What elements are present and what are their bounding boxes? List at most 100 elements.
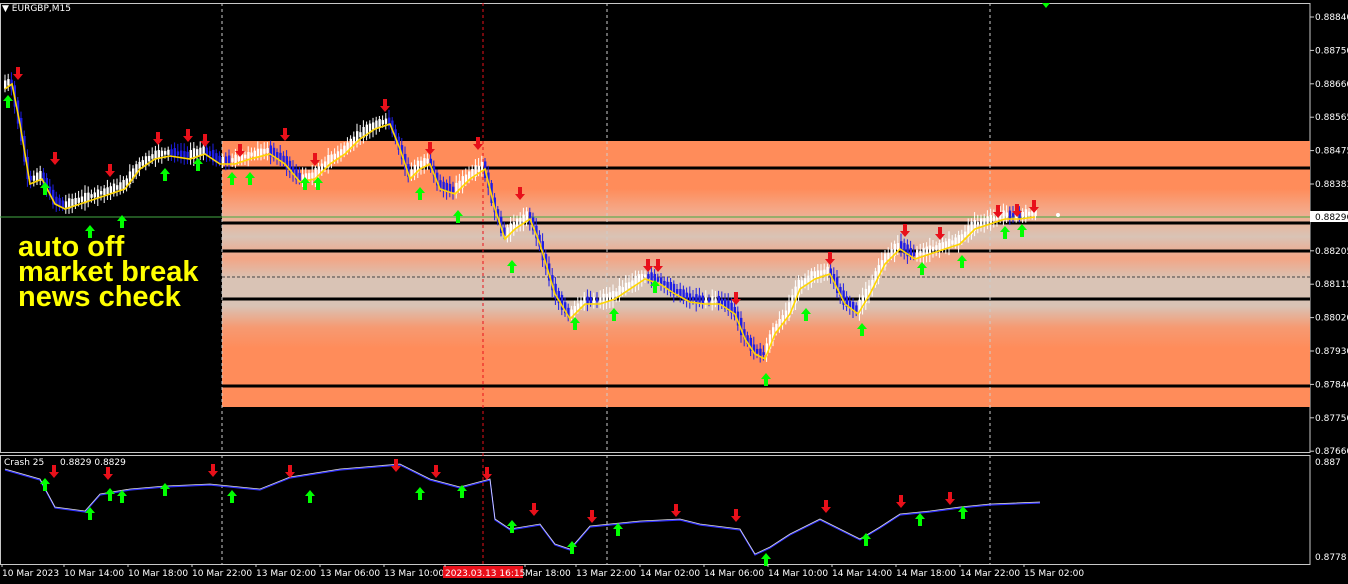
indicator-sell-arrow [731, 509, 741, 522]
price-axis-label: 0.87750 [1315, 414, 1348, 424]
bull-candle [922, 247, 925, 257]
bull-candle [599, 297, 602, 302]
indicator-sell-arrow [821, 500, 831, 513]
down-arrow-shape [49, 465, 59, 478]
time-axis-label: 10 Mar 14:00 [64, 569, 124, 579]
price-axis-label: 0.87660 [1315, 447, 1348, 457]
time-axis-label: 13 Mar 22:00 [576, 569, 636, 579]
bull-candle [253, 150, 256, 157]
bull-candle [263, 148, 266, 154]
time-axis-label: 13 Mar 02:00 [256, 569, 316, 579]
time-axis-label: 14 Mar 22:00 [960, 569, 1020, 579]
down-arrow-shape [280, 128, 290, 141]
bull-candle [7, 79, 10, 86]
indicator-buy-arrow [160, 483, 170, 496]
bull-candle [77, 197, 80, 203]
bear-candle [912, 252, 916, 256]
bull-candle [954, 237, 957, 246]
up-arrow-shape [227, 490, 237, 503]
price-axis-label: 0.88383 [1315, 180, 1348, 190]
price-axis-label: 0.88020 [1315, 314, 1348, 324]
down-arrow-shape [208, 464, 218, 477]
time-axis-label: 14 Mar 10:00 [768, 569, 828, 579]
indicator-buy-arrow [915, 513, 925, 526]
indicator-blue-line [4, 464, 1041, 556]
buy-signal-arrow [193, 158, 203, 171]
bull-candle [580, 300, 583, 307]
price-axis-label: 0.88475 [1315, 147, 1348, 157]
indicator-values: 0.8829 0.8829 [60, 458, 126, 468]
down-arrow-shape [821, 500, 831, 513]
bull-candle [160, 150, 164, 157]
bull-candle [90, 194, 93, 198]
bear-candle [170, 149, 173, 156]
indicator-buy-arrow [507, 520, 517, 533]
bear-candle [186, 151, 189, 158]
bull-candle [919, 250, 922, 256]
price-axis-label: 0.87930 [1315, 347, 1348, 357]
bear-candle [855, 305, 858, 312]
bull-candle [983, 218, 986, 226]
down-arrow-shape [896, 495, 906, 508]
indicator-axis-top: 0.887 [1315, 458, 1341, 468]
bull-candle [644, 274, 647, 277]
bull-candle [164, 151, 167, 155]
bear-candle [276, 152, 279, 159]
down-arrow-shape [587, 510, 597, 523]
sell-signal-arrow [13, 67, 23, 80]
bear-candle [596, 298, 599, 302]
bear-candle [218, 155, 221, 164]
top-marker-icon [1042, 3, 1050, 8]
bull-candle [237, 156, 240, 161]
up-arrow-shape [40, 478, 50, 491]
bull-candle [324, 161, 327, 168]
bull-candle [256, 148, 260, 158]
chart-canvas[interactable]: 0.88840 0.88750 0.88660 0.88565 0.88475 0.883… [0, 0, 1348, 584]
indicator-sell-arrow [103, 467, 113, 480]
bull-candle [375, 120, 378, 129]
indicator-white-line [4, 463, 1041, 555]
up-arrow-shape [3, 95, 13, 108]
bull-candle [826, 266, 829, 275]
dropdown-icon[interactable]: ▼ [2, 4, 9, 14]
time-axis-label: 14 Mar 18:00 [896, 569, 956, 579]
bull-candle [813, 271, 816, 280]
bull-candle [420, 160, 423, 168]
bear-candle [183, 151, 186, 158]
bull-candle [704, 297, 708, 303]
indicator-sell-arrow [945, 492, 955, 505]
up-arrow-shape [160, 483, 170, 496]
bull-candle [932, 246, 935, 251]
bull-candle [157, 150, 160, 159]
bull-candle [109, 186, 112, 194]
indicator-buy-arrow [227, 490, 237, 503]
up-arrow-shape [160, 168, 170, 181]
bull-candle [976, 222, 980, 226]
indicator-sell-arrow [587, 510, 597, 523]
price-axis-label: 0.88115 [1315, 280, 1348, 290]
bull-candle [935, 245, 938, 251]
symbol-label: ▼ EURGBP,M15 [2, 4, 71, 14]
indicator-sell-arrow [431, 465, 441, 478]
bear-candle [708, 298, 711, 302]
bull-candle [231, 158, 234, 162]
bear-candle [656, 277, 660, 282]
annotation-line-3: news check [18, 281, 181, 313]
buy-signal-arrow [3, 95, 13, 108]
time-axis-label: 10 Mar 2023 [2, 569, 59, 579]
down-arrow-shape [183, 129, 193, 142]
price-axis-label: 0.88750 [1315, 46, 1348, 56]
time-axis-label: 10 Mar 22:00 [192, 569, 252, 579]
bull-candle [196, 149, 199, 156]
bull-candle [372, 122, 375, 130]
bull-candle [103, 188, 106, 196]
bull-candle [308, 173, 311, 179]
bear-candle [176, 151, 180, 156]
bull-candle [32, 175, 36, 181]
time-axis-label: 14 Mar 14:00 [832, 569, 892, 579]
up-arrow-shape [507, 520, 517, 533]
bear-candle [676, 289, 679, 294]
bull-candle [381, 120, 384, 125]
bear-candle [589, 296, 592, 304]
bull-candle [615, 291, 618, 297]
